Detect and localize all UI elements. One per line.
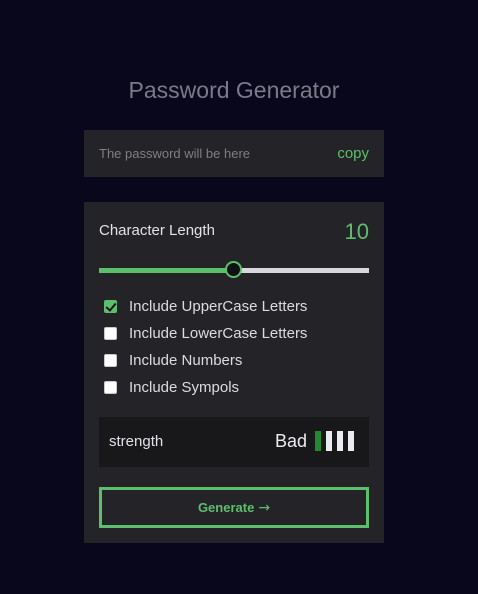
option-numbers[interactable]: Include Numbers	[104, 347, 307, 374]
settings-panel: Character Length 10 Include UpperCase Le…	[84, 202, 384, 543]
strength-indicator: strength Bad	[99, 417, 369, 467]
option-symbols[interactable]: Include Sympols	[104, 374, 307, 401]
copy-button[interactable]: copy	[337, 145, 369, 162]
strength-bars	[315, 431, 359, 451]
option-label: Include UpperCase Letters	[129, 298, 308, 315]
options-list: Include UpperCase Letters Include LowerC…	[104, 293, 307, 401]
strength-bar	[315, 431, 321, 451]
generate-button[interactable]: Generate →	[99, 487, 369, 528]
generate-label: Generate	[197, 500, 255, 515]
option-lowercase[interactable]: Include LowerCase Letters	[104, 320, 307, 347]
page: Password Generator The password will be …	[0, 0, 478, 594]
password-output: The password will be here copy	[84, 130, 384, 177]
arrow-right-icon: →	[258, 499, 271, 516]
strength-value: Bad	[275, 431, 308, 451]
strength-bar	[326, 431, 332, 451]
strength-bar	[348, 431, 354, 451]
character-length-value: 10	[344, 219, 369, 244]
strength-bar	[337, 431, 343, 451]
page-title: Password Generator	[128, 77, 340, 103]
character-length-label: Character Length	[99, 222, 215, 239]
symbols-checkbox[interactable]	[104, 381, 117, 394]
option-label: Include Numbers	[129, 352, 243, 369]
lowercase-checkbox[interactable]	[104, 327, 117, 340]
slider-fill	[99, 268, 234, 273]
option-uppercase[interactable]: Include UpperCase Letters	[104, 293, 307, 320]
slider-thumb[interactable]	[225, 261, 242, 278]
password-output-text: The password will be here	[99, 146, 251, 161]
uppercase-checkbox[interactable]	[104, 300, 117, 313]
strength-label: strength	[109, 433, 164, 450]
length-slider[interactable]	[99, 260, 369, 280]
numbers-checkbox[interactable]	[104, 354, 117, 367]
option-label: Include LowerCase Letters	[129, 325, 308, 342]
option-label: Include Sympols	[129, 379, 240, 396]
